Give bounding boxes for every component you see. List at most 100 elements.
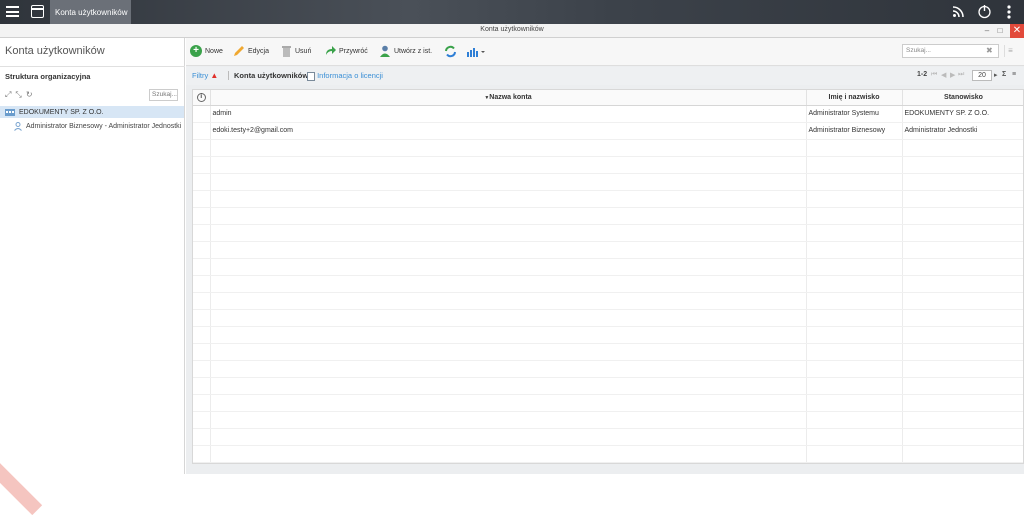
tab-label: Konta użytkowników [55,7,128,17]
info-column-header[interactable]: i [193,90,211,106]
columns-menu-icon[interactable]: ≡ [1012,71,1016,78]
table-cell [193,105,211,123]
table-cell [193,173,211,191]
empty-row [193,445,1023,463]
table-cell [210,394,807,412]
info-icon: i [196,92,206,102]
table-cell [210,326,807,344]
sum-icon[interactable]: Σ [1002,71,1006,78]
table-cell [193,156,211,174]
maximize-icon[interactable]: □ [995,26,1005,36]
table-cell [210,258,807,276]
table-cell: EDOKUMENTY SP. Z O.O. [902,105,1023,123]
table-row[interactable]: edoki.testy+2@gmail.com Administrator Bi… [193,122,1023,140]
table-cell [193,241,211,259]
table-cell [902,156,1023,174]
restore-button[interactable]: Przywróć [324,45,368,57]
table-cell [806,309,903,327]
table-cell [193,258,211,276]
table-cell [210,428,807,446]
table-cell [902,275,1023,293]
table-cell [902,292,1023,310]
tree-item-child[interactable]: Administrator Biznesowy - Administrator … [14,122,181,131]
tree-item-root[interactable]: EDOKUMENTY SP. Z O.O. [0,106,184,118]
chart-icon[interactable] [466,45,486,58]
breadcrumb: Konta użytkowników [234,71,309,80]
table-cell [193,139,211,157]
power-icon[interactable] [977,4,992,19]
table-cell [193,411,211,429]
tab-konta-uzytkownikow[interactable]: Konta użytkowników [50,0,131,24]
minimize-icon[interactable]: – [982,26,992,36]
column-header-account[interactable]: ▼Nazwa konta [210,90,807,106]
search-input[interactable]: Szukaj... [902,44,999,58]
table-cell [806,173,903,191]
expand-icon[interactable]: ⤢ [5,90,11,100]
column-header-name[interactable]: Imię i nazwisko [806,90,903,106]
document-icon [307,71,315,81]
prev-page-icon[interactable]: ◀ [941,71,946,79]
table-cell [902,207,1023,225]
last-page-icon[interactable]: ⏭ [958,71,964,79]
table-cell [806,224,903,242]
plus-icon: + [190,45,202,57]
table-cell [806,207,903,225]
refresh-icon[interactable]: ↻ [26,90,33,100]
toolbar: + Nowe Edycja Usuń Przywróć Utwórz z ist… [186,38,1024,66]
refresh-icon[interactable] [444,45,457,58]
page-range: 1-2 [917,71,928,78]
accounts-grid: i ▼Nazwa konta Imię i nazwisko Stanowisk… [192,89,1024,464]
table-cell [902,139,1023,157]
more-vertical-icon[interactable] [1006,4,1012,20]
table-cell [193,394,211,412]
table-cell [193,309,211,327]
next-page-icon[interactable]: ▶ [950,71,955,79]
rss-icon[interactable] [952,5,965,18]
sidebar-title: Konta użytkowników [5,45,105,57]
clear-search-icon[interactable]: ✖ [986,46,993,55]
table-cell [806,394,903,412]
table-cell [193,190,211,208]
license-link[interactable]: Informacja o licencji [307,71,383,81]
table-cell [210,411,807,429]
empty-row [193,394,1023,412]
close-icon[interactable]: ✕ [1010,24,1024,38]
empty-row [193,428,1023,446]
hamburger-menu-icon[interactable] [6,6,19,17]
table-cell [902,360,1023,378]
table-row[interactable]: admin Administrator Systemu EDOKUMENTY S… [193,105,1023,123]
search-menu-icon[interactable]: ≡ [1004,45,1016,57]
edit-button[interactable]: Edycja [233,45,269,57]
table-cell [210,241,807,259]
empty-row [193,224,1023,242]
create-from-existing-button[interactable]: Utwórz z ist. [379,45,432,57]
restore-label: Przywróć [339,47,368,55]
empty-row [193,139,1023,157]
filters-link[interactable]: Filtry ▲ [192,71,218,80]
collapse-icon[interactable]: ⤡ [15,90,21,100]
table-cell [806,343,903,361]
table-cell [193,326,211,344]
empty-row [193,258,1023,276]
empty-row [193,360,1023,378]
table-cell [902,377,1023,395]
window-icon[interactable] [31,5,44,18]
table-cell [210,156,807,174]
table-cell [210,207,807,225]
pencil-icon [234,46,244,56]
new-button[interactable]: + Nowe [190,45,223,57]
empty-row [193,411,1023,429]
filter-bar: Filtry ▲ Konta użytkowników Informacja o… [186,67,1024,85]
column-label: Nazwa konta [489,93,532,101]
first-page-icon[interactable]: ⏮ [931,71,937,79]
table-cell [806,360,903,378]
tree-search-input[interactable]: Szukaj... [149,89,178,101]
delete-label: Usuń [295,47,312,55]
page-size-dropdown-icon[interactable]: ▸ [994,71,998,79]
page-size-input[interactable]: 20 [972,70,992,81]
delete-button[interactable]: Usuń [281,45,311,57]
column-header-position[interactable]: Stanowisko [902,90,1023,106]
empty-row [193,377,1023,395]
table-cell [193,360,211,378]
empty-row [193,343,1023,361]
